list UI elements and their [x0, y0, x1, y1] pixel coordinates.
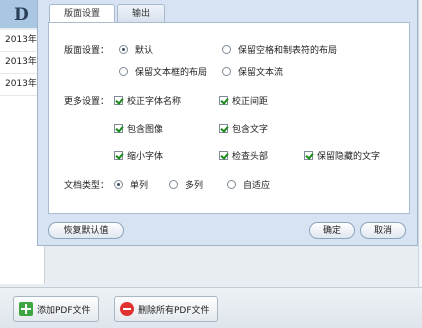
- app-logo: D: [0, 0, 40, 28]
- cancel-button[interactable]: 取消: [360, 222, 406, 239]
- delete-all-pdf-button[interactable]: 删除所有PDF文件: [114, 296, 218, 322]
- add-pdf-label: 添加PDF文件: [37, 305, 91, 316]
- radio-unselected[interactable]: [227, 180, 236, 189]
- checkbox-checked[interactable]: [114, 124, 123, 133]
- layout-option-keep-textbox[interactable]: 保留文本框的布局: [119, 65, 207, 78]
- checkbox-correct-font-name[interactable]: 校正字体名称: [114, 94, 181, 107]
- restore-default-button[interactable]: 恢复默认值: [48, 222, 124, 239]
- doc-type-multi-column[interactable]: 多列: [169, 178, 203, 191]
- checkbox-keep-hidden-text[interactable]: 保留隐藏的文字: [304, 149, 380, 162]
- more-settings-label: 更多设置：: [64, 97, 110, 107]
- checkbox-checked[interactable]: [219, 124, 228, 133]
- checkbox-check-header[interactable]: 检查头部: [219, 149, 268, 162]
- settings-panel: 版面设置： 默认 保留空格和制表符的布局 保留文本框的布局 保留文本流 更多设置…: [48, 22, 410, 214]
- checkbox-checked[interactable]: [219, 96, 228, 105]
- checkbox-checked[interactable]: [304, 151, 313, 160]
- doc-type-single-column[interactable]: 单列: [114, 178, 148, 191]
- layout-settings-label: 版面设置：: [64, 46, 110, 56]
- tab-layout-settings[interactable]: 版面设置: [49, 4, 116, 24]
- checkbox-include-images[interactable]: 包含图像: [114, 122, 163, 135]
- add-pdf-button[interactable]: 添加PDF文件: [13, 296, 99, 322]
- checkbox-correct-spacing[interactable]: 校正间距: [219, 94, 268, 107]
- layout-option-keep-text-flow[interactable]: 保留文本流: [222, 65, 283, 78]
- app-logo-letter: D: [14, 5, 29, 25]
- ok-button[interactable]: 确定: [309, 222, 355, 239]
- doc-type-label: 文档类型：: [64, 181, 110, 191]
- radio-selected[interactable]: [119, 45, 128, 54]
- settings-dialog: 版面设置 输出 版面设置： 默认 保留空格和制表符的布局 保留文本框的布局 保留…: [37, 0, 418, 246]
- radio-unselected[interactable]: [169, 180, 178, 189]
- radio-unselected[interactable]: [222, 67, 231, 76]
- doc-type-adaptive[interactable]: 自适应: [227, 178, 270, 191]
- layout-option-keep-spaces-tabs[interactable]: 保留空格和制表符的布局: [222, 43, 337, 56]
- checkbox-checked[interactable]: [114, 151, 123, 160]
- checkbox-checked[interactable]: [114, 96, 123, 105]
- checkbox-shrink-font[interactable]: 缩小字体: [114, 149, 163, 162]
- delete-icon: [120, 302, 134, 316]
- bottom-toolbar: 添加PDF文件 删除所有PDF文件: [0, 287, 422, 328]
- dialog-tabs: 版面设置 输出: [49, 4, 167, 24]
- layout-option-default[interactable]: 默认: [119, 43, 153, 56]
- checkbox-include-text[interactable]: 包含文字: [219, 122, 268, 135]
- radio-selected[interactable]: [114, 180, 123, 189]
- tab-output[interactable]: 输出: [117, 4, 166, 23]
- checkbox-checked[interactable]: [219, 151, 228, 160]
- radio-unselected[interactable]: [119, 67, 128, 76]
- plus-icon: [19, 302, 33, 316]
- window-edge: [418, 0, 422, 290]
- radio-unselected[interactable]: [222, 45, 231, 54]
- delete-all-pdf-label: 删除所有PDF文件: [138, 305, 210, 316]
